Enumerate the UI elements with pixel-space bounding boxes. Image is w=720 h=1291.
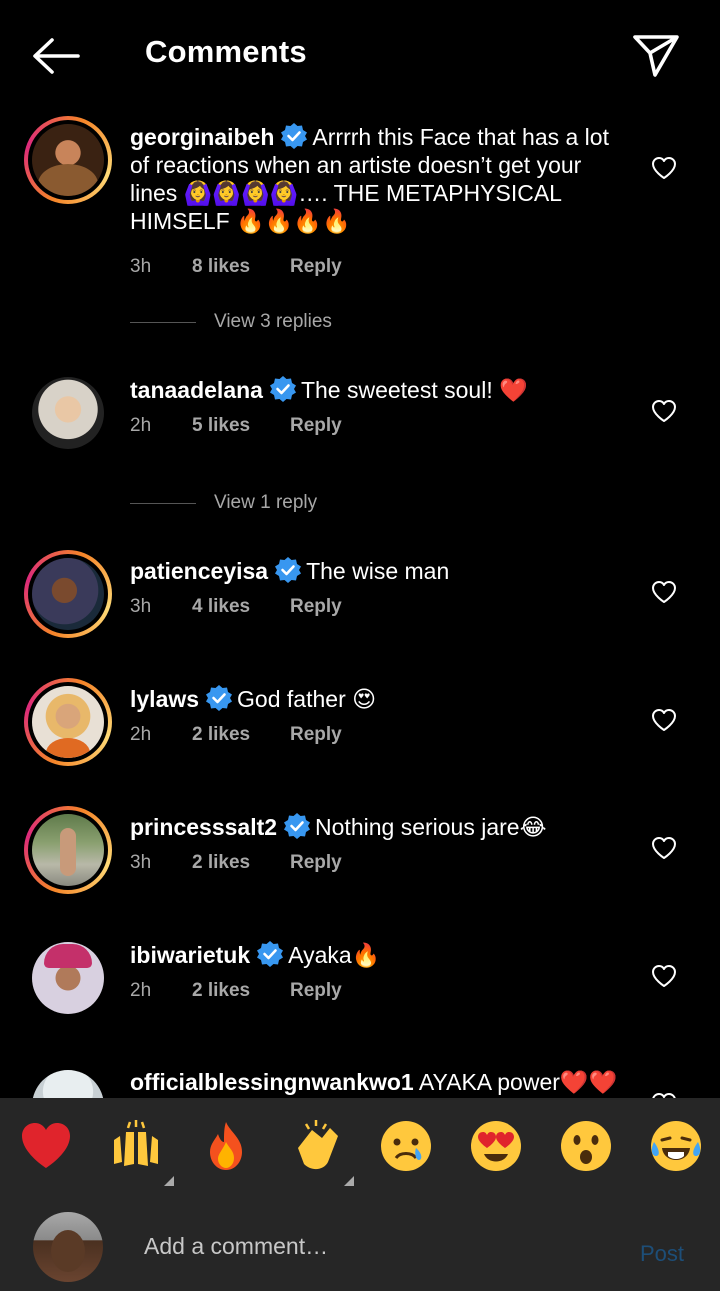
direct-share-icon[interactable]	[632, 33, 680, 79]
skin-tone-indicator	[344, 1176, 354, 1186]
view-replies-button[interactable]: View 3 replies	[130, 311, 332, 333]
surprised-face-icon[interactable]	[558, 1118, 614, 1174]
comment-meta: 2h 5 likes Reply	[130, 415, 342, 437]
comment-text: The wise man	[306, 558, 450, 584]
heart-icon[interactable]	[651, 836, 677, 860]
comment-text: The sweetest soul! ❤️	[300, 377, 528, 403]
reply-button[interactable]: Reply	[290, 596, 342, 618]
divider-line	[130, 321, 196, 323]
reply-button[interactable]: Reply	[290, 415, 342, 437]
comment-meta: 2h 2 likes Reply	[130, 980, 342, 1002]
comment-username[interactable]: georginaibeh	[130, 124, 274, 150]
comment-text: Nothing serious jare😂	[315, 814, 547, 840]
comment-input[interactable]	[144, 1228, 604, 1264]
view-replies-label: View 1 reply	[214, 492, 318, 513]
verified-badge-icon	[283, 812, 311, 840]
clapping-hands-icon[interactable]	[288, 1118, 354, 1186]
emoji-reaction-bar	[0, 1098, 720, 1198]
comment-username[interactable]: ibiwarietuk	[130, 942, 250, 968]
likes-count[interactable]: 2 likes	[192, 852, 290, 874]
likes-count[interactable]: 2 likes	[192, 724, 290, 746]
comment-username[interactable]: tanaadelana	[130, 377, 263, 403]
view-replies-button[interactable]: View 1 reply	[130, 492, 317, 514]
heart-icon[interactable]	[651, 708, 677, 732]
comment-time: 2h	[130, 415, 152, 436]
comment-username[interactable]: princesssalt2	[130, 814, 277, 840]
comment-username[interactable]: patienceyisa	[130, 558, 268, 584]
heart-icon[interactable]	[651, 156, 677, 180]
divider-line	[130, 502, 196, 504]
likes-count[interactable]: 4 likes	[192, 596, 290, 618]
tears-of-joy-icon[interactable]	[648, 1118, 704, 1174]
comment-meta: 3h 8 likes Reply	[130, 256, 342, 278]
heart-eyes-icon[interactable]	[468, 1118, 524, 1174]
verified-badge-icon	[269, 375, 297, 403]
reply-button[interactable]: Reply	[290, 256, 342, 278]
page-title: Comments	[145, 34, 307, 69]
avatar[interactable]	[24, 934, 112, 1022]
comment-text: God father 😍	[237, 686, 377, 712]
comment-composer: Post	[0, 1198, 720, 1291]
comment-time: 3h	[130, 256, 152, 277]
likes-count[interactable]: 5 likes	[192, 415, 290, 437]
heart-icon[interactable]	[651, 964, 677, 988]
avatar[interactable]	[24, 369, 112, 457]
fire-icon[interactable]	[198, 1118, 254, 1174]
comment-text: Ayaka🔥	[288, 942, 381, 968]
back-arrow-icon[interactable]	[30, 36, 82, 76]
verified-badge-icon	[274, 556, 302, 584]
reply-button[interactable]: Reply	[290, 724, 342, 746]
avatar	[33, 1212, 103, 1282]
verified-badge-icon	[280, 122, 308, 150]
red-heart-icon[interactable]	[18, 1118, 74, 1174]
verified-badge-icon	[205, 684, 233, 712]
likes-count[interactable]: 8 likes	[192, 256, 290, 278]
reply-button[interactable]: Reply	[290, 980, 342, 1002]
comment-time: 3h	[130, 596, 152, 617]
comment-meta: 2h 2 likes Reply	[130, 724, 342, 746]
heart-icon[interactable]	[651, 580, 677, 604]
comment-time: 2h	[130, 980, 152, 1001]
avatar[interactable]	[24, 806, 112, 894]
avatar[interactable]	[24, 1062, 112, 1098]
comment-username[interactable]: officialblessingnwankwo1	[130, 1069, 414, 1095]
comment-time: 3h	[130, 852, 152, 873]
avatar[interactable]	[24, 678, 112, 766]
comment-meta: 3h 4 likes Reply	[130, 596, 342, 618]
heart-icon[interactable]	[651, 399, 677, 423]
comment-username[interactable]: lylaws	[130, 686, 199, 712]
avatar[interactable]	[24, 550, 112, 638]
avatar[interactable]	[24, 116, 112, 204]
crying-face-icon[interactable]	[378, 1118, 434, 1174]
reply-button[interactable]: Reply	[290, 852, 342, 874]
comments-list[interactable]: georginaibeh Arrrrh this Face that has a …	[0, 106, 720, 1098]
skin-tone-indicator	[164, 1176, 174, 1186]
likes-count[interactable]: 2 likes	[192, 980, 290, 1002]
comment-time: 2h	[130, 724, 152, 745]
view-replies-label: View 3 replies	[214, 311, 332, 332]
top-bar: Comments	[0, 0, 720, 106]
verified-badge-icon	[256, 940, 284, 968]
comment-meta: 3h 2 likes Reply	[130, 852, 342, 874]
post-button[interactable]: Post	[640, 1241, 684, 1267]
comment-text: AYAKA power❤️❤️	[418, 1069, 618, 1095]
raising-hands-icon[interactable]	[108, 1118, 174, 1186]
